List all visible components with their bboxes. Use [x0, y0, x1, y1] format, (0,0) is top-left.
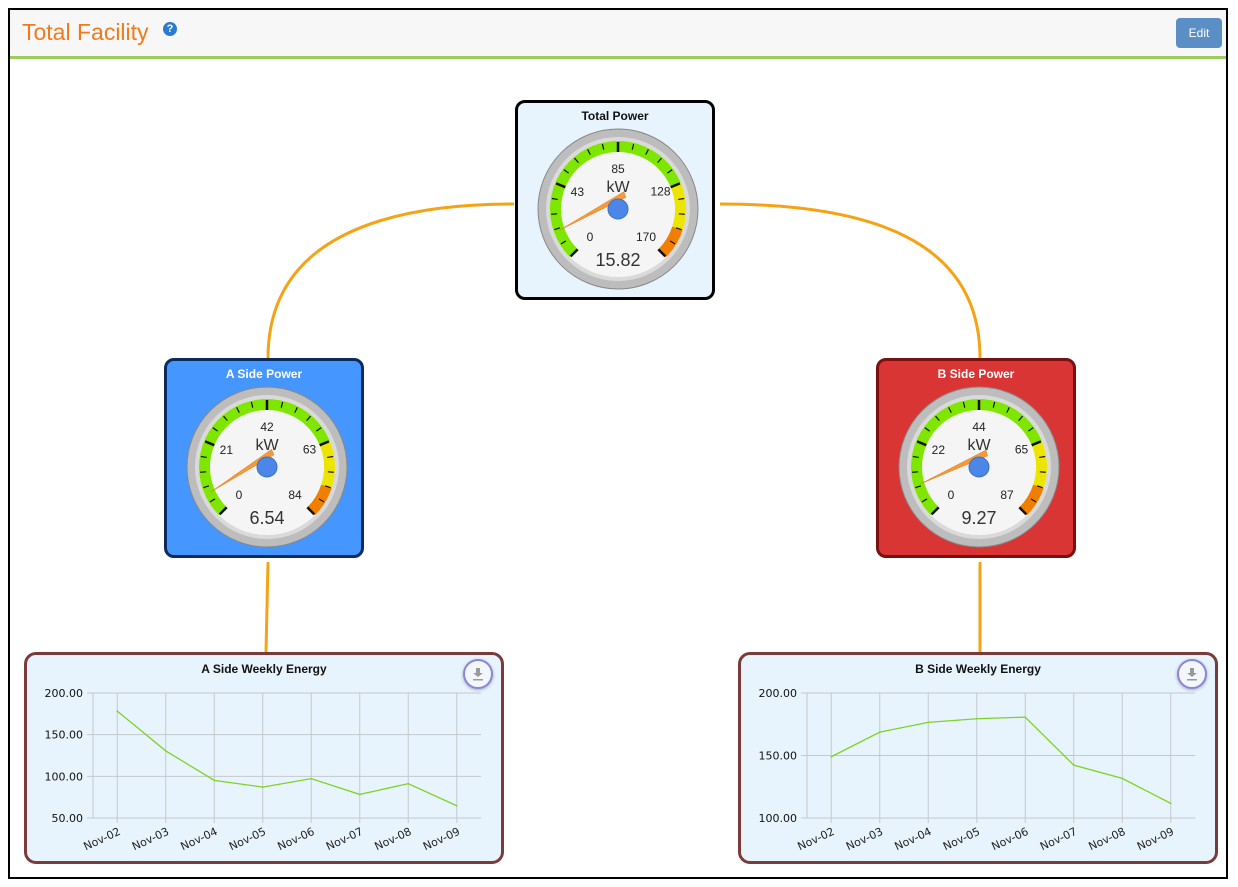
data-point [1121, 777, 1124, 780]
gauge-scale-label: 0 [587, 230, 594, 244]
data-point [164, 750, 167, 752]
chart-card-b-side-weekly-energy: B Side Weekly Energy 100.00 150.00 200.00 N… [738, 652, 1218, 864]
gauge-scale-label: 65 [1015, 442, 1029, 456]
gauge-card-a-side-power[interactable]: A Side Power 0 21 42 63 84 kW 6.54 [164, 358, 364, 558]
x-tick-label: Nov-04 [179, 825, 220, 853]
y-tick-label: 100.00 [759, 812, 798, 825]
x-tick-label: Nov-06 [990, 825, 1031, 853]
gauge-hub [256, 456, 278, 478]
series-line [116, 710, 458, 807]
x-tick-label: Nov-08 [1087, 825, 1128, 853]
data-point [1024, 716, 1027, 718]
x-tick-label: Nov-04 [893, 825, 934, 853]
x-tick-label: Nov-06 [276, 825, 317, 853]
data-point [455, 804, 458, 807]
data-point [975, 717, 978, 720]
gauge-scale-label: 42 [260, 420, 274, 434]
gauge-title: A Side Power [225, 367, 303, 381]
link-a-to-chart [264, 561, 270, 653]
gauge-scale-label: 44 [972, 420, 986, 434]
gauge-unit: kW [255, 437, 279, 454]
gauge-dial: 0 22 44 65 87 kW 9.27 [898, 386, 1060, 548]
data-point [407, 782, 410, 785]
gauge-scale-label: 87 [1000, 488, 1014, 502]
x-tick-label: Nov-07 [1038, 825, 1079, 853]
x-tick-label: Nov-05 [227, 825, 268, 853]
y-tick-label: 200.00 [45, 687, 84, 700]
gauge-dial: 0 43 85 128 170 kW 15.82 [537, 128, 699, 290]
gauge-value: 6.54 [249, 508, 284, 528]
data-point [358, 793, 361, 796]
y-tick-label: 150.00 [45, 729, 84, 742]
gauge-scale-label: 43 [571, 185, 585, 199]
data-point [830, 755, 833, 758]
data-point [878, 731, 881, 733]
gauge-value: 9.27 [961, 508, 996, 528]
line-chart: 50.00 100.00 150.00 200.00 Nov-02 Nov-03 Nov-0… [45, 687, 481, 853]
gauge-scale-label: 84 [288, 488, 302, 502]
gauge-value: 15.82 [595, 250, 640, 270]
gauge-scale-label: 21 [220, 443, 234, 457]
y-tick-label: 100.00 [45, 770, 84, 783]
y-tick-label: 150.00 [759, 750, 798, 763]
gauge-scale-label: 0 [236, 488, 243, 502]
link-total-to-a [266, 202, 515, 359]
gauge-scale-label: 85 [611, 162, 625, 176]
gauge-title: Total Power [581, 109, 649, 123]
data-point [116, 710, 119, 712]
data-point [1072, 764, 1075, 766]
line-chart: 100.00150.00200.00Nov-02 Nov-03 Nov-04 Nov-… [759, 687, 1195, 853]
data-point [213, 779, 216, 782]
gauge-dial: 0 21 42 63 84 kW 6.54 [186, 386, 348, 548]
data-point [1169, 802, 1172, 805]
x-tick-label: Nov-08 [373, 825, 414, 853]
gauge-scale-label: 170 [636, 230, 656, 244]
x-tick-label: Nov-09 [421, 825, 462, 853]
y-tick-label: 50.00 [52, 812, 84, 825]
x-tick-label: Nov-02 [796, 825, 837, 853]
gauge-card-b-side-power[interactable]: B Side Power 0 22 44 65 87 kW 9.27 [876, 358, 1076, 558]
gauge-unit: kW [606, 179, 630, 196]
gauge-unit: kW [967, 437, 991, 454]
data-point [261, 786, 264, 788]
series-line [830, 716, 1172, 804]
x-tick-label: Nov-09 [1135, 825, 1176, 853]
gauge-scale-label: 22 [932, 443, 946, 457]
x-tick-label: Nov-03 [844, 825, 885, 853]
gauge-card-total-power[interactable]: Total Power 0 43 85 128 170 kW 15.82 [515, 100, 715, 300]
chart-card-a-side-weekly-energy: A Side Weekly Energy 50.00 100.00 150.00 20… [24, 652, 504, 864]
gauge-scale-label: 63 [303, 442, 317, 456]
x-tick-label: Nov-02 [82, 825, 123, 853]
gauge-hub [968, 456, 990, 478]
data-point [310, 777, 313, 780]
x-tick-label: Nov-05 [941, 825, 982, 853]
gauge-scale-label: 128 [650, 184, 670, 198]
gauge-scale-label: 0 [948, 488, 955, 502]
data-point [927, 721, 930, 724]
gauge-title: B Side Power [937, 367, 1015, 381]
x-tick-label: Nov-07 [324, 825, 365, 853]
x-tick-label: Nov-03 [130, 825, 171, 853]
link-total-to-b [719, 202, 982, 359]
y-tick-label: 200.00 [759, 687, 798, 700]
gauge-hub [607, 198, 629, 220]
